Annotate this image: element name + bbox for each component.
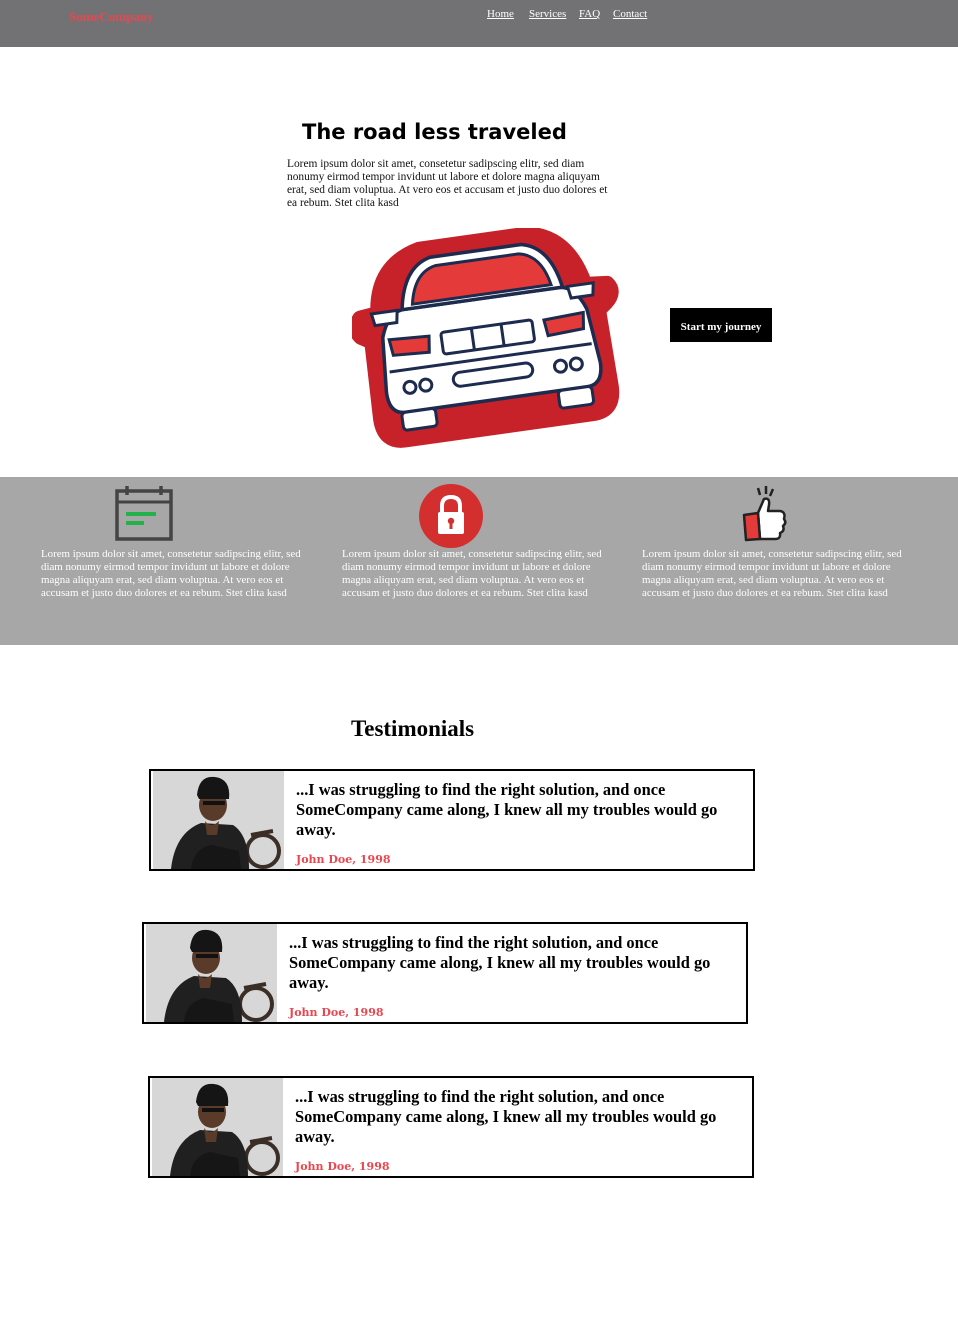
calendar-icon [115, 486, 173, 541]
features-band: Lorem ipsum dolor sit amet, consetetur s… [0, 477, 958, 645]
car-icon [352, 228, 620, 448]
testimonial-card: ...I was struggling to find the right so… [149, 769, 755, 871]
feature-text: Lorem ipsum dolor sit amet, consetetur s… [642, 548, 902, 599]
nav-link-home[interactable]: Home [487, 8, 514, 20]
top-navigation-bar: SomeCompany Home Services FAQ Contact [0, 0, 958, 47]
testimonial-photo [152, 1078, 283, 1176]
testimonial-photo [153, 771, 284, 869]
hero-description: Lorem ipsum dolor sit amet, consetetur s… [287, 158, 608, 209]
brand-logo-link[interactable]: SomeCompany [69, 9, 154, 25]
testimonial-quote: ...I was struggling to find the right so… [295, 1087, 717, 1146]
testimonials-heading: Testimonials [351, 716, 475, 741]
feature-text: Lorem ipsum dolor sit amet, consetetur s… [342, 548, 602, 599]
testimonial-card: ...I was struggling to find the right so… [148, 1076, 754, 1178]
testimonial-author: John Doe, 1998 [295, 1160, 390, 1173]
nav-link-services[interactable]: Services [529, 8, 566, 20]
hero-title: The road less traveled [302, 120, 567, 144]
testimonial-author: John Doe, 1998 [296, 853, 391, 866]
nav-link-contact[interactable]: Contact [613, 8, 647, 20]
feature-text: Lorem ipsum dolor sit amet, consetetur s… [41, 548, 301, 599]
testimonial-card: ...I was struggling to find the right so… [142, 922, 748, 1024]
testimonial-author: John Doe, 1998 [289, 1006, 384, 1019]
nav-link-faq[interactable]: FAQ [579, 8, 600, 20]
thumbs-up-icon [742, 486, 787, 542]
lock-icon [419, 484, 483, 548]
testimonial-photo [146, 924, 277, 1022]
testimonial-quote: ...I was struggling to find the right so… [289, 933, 711, 992]
start-journey-button[interactable]: Start my journey [670, 308, 772, 342]
testimonial-quote: ...I was struggling to find the right so… [296, 780, 718, 839]
